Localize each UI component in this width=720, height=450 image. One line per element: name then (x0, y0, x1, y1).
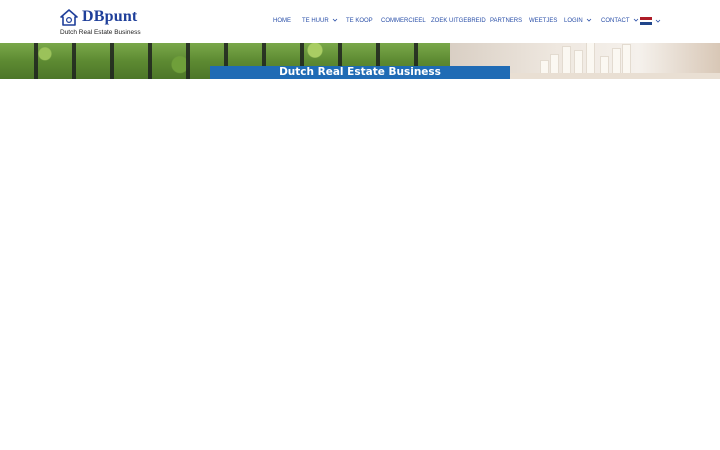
candle (574, 50, 583, 74)
nav-item-label: HOME (273, 18, 291, 24)
nav-item-zoek-uitgebreid[interactable]: ZOEK UITGEBREID (431, 16, 486, 26)
nav-item-login[interactable]: LOGIN (564, 16, 592, 26)
chevron-down-icon (332, 19, 337, 22)
chevron-down-icon (633, 19, 638, 22)
nav-item-contact[interactable]: CONTACT (601, 16, 639, 26)
nav-item-te-huur[interactable]: TE HUUR (302, 16, 338, 26)
nav-item-label: ZOEK UITGEBREID (431, 18, 486, 24)
chevron-down-icon[interactable] (655, 18, 661, 24)
nav-item-te-koop[interactable]: TE KOOP (346, 16, 373, 26)
main-content (0, 79, 720, 450)
main-navigation: HOME TE HUUR TE KOOP COMMERCIEEL ZOEK UI… (0, 16, 720, 26)
candle (622, 44, 631, 74)
nav-item-label: WEETJES (529, 18, 558, 24)
netherlands-flag-icon[interactable] (640, 17, 652, 26)
candle (562, 46, 571, 74)
candle (540, 60, 549, 74)
nav-item-label: TE HUUR (302, 18, 329, 24)
nav-item-label: COMMERCIEEL (381, 18, 426, 24)
nav-item-weetjes[interactable]: WEETJES (529, 16, 557, 26)
nav-item-partners[interactable]: PARTNERS (490, 16, 522, 26)
page-title: Dutch Real Estate Business (210, 66, 510, 79)
nav-item-home[interactable]: HOME (273, 16, 291, 26)
candle (550, 54, 559, 74)
brand-tagline: Dutch Real Estate Business (60, 29, 141, 36)
nav-item-commercieel[interactable]: COMMERCIEEL (381, 16, 426, 26)
chevron-down-icon (586, 19, 591, 22)
site-header: DBpunt Dutch Real Estate Business HOME T… (0, 0, 720, 43)
nav-item-label: TE KOOP (346, 18, 373, 24)
nav-item-label: LOGIN (564, 18, 583, 24)
candle (600, 56, 609, 74)
candle (612, 48, 621, 74)
flag-stripe-blue (640, 22, 652, 26)
nav-item-label: CONTACT (601, 18, 630, 24)
candle (586, 43, 595, 74)
nav-item-label: PARTNERS (490, 18, 523, 24)
